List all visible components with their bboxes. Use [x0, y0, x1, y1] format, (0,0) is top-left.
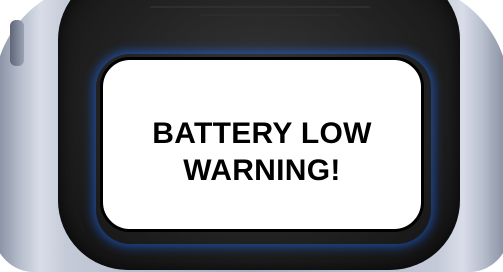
screen-top-line: [150, 6, 370, 8]
side-button[interactable]: [10, 20, 24, 66]
warning-line-2: WARNING!: [183, 153, 341, 187]
warning-message: BATTERY LOW WARNING!: [152, 115, 371, 189]
battery-warning-dialog: BATTERY LOW WARNING!: [100, 57, 424, 232]
warning-line-1: BATTERY LOW: [152, 116, 372, 150]
screen-top-line-2: [200, 14, 340, 16]
